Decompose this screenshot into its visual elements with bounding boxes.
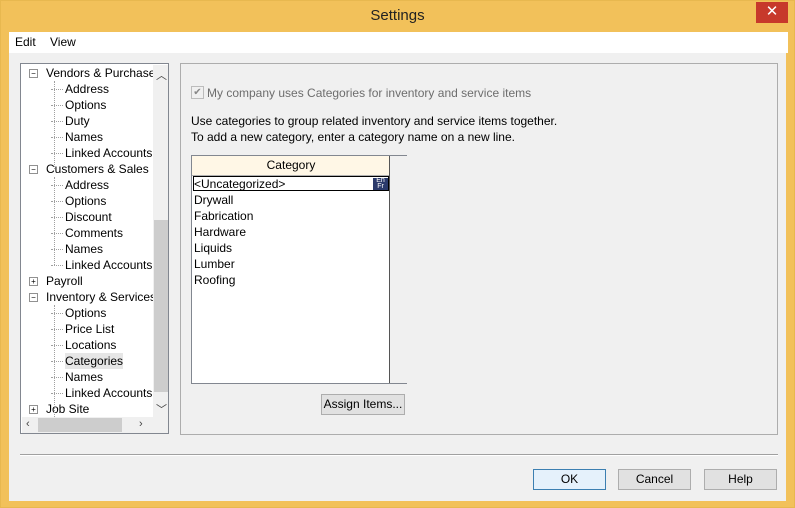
- tree-item-label: Linked Accounts: [65, 146, 153, 160]
- category-row[interactable]: Hardware: [194, 224, 246, 240]
- category-row[interactable]: Drywall: [194, 192, 233, 208]
- tree-vertical-scroll-thumb[interactable]: [154, 220, 168, 392]
- tree-item-label: Comments: [65, 226, 124, 240]
- scroll-left-icon[interactable]: ‹: [26, 418, 30, 430]
- tree-connector: [51, 153, 63, 154]
- menu-view[interactable]: View: [50, 35, 76, 49]
- collapse-icon[interactable]: −: [29, 165, 38, 174]
- tree-guide-line: [54, 177, 55, 265]
- tree-item-label: Locations: [65, 338, 117, 352]
- menu-edit[interactable]: Edit: [15, 35, 36, 49]
- collapse-icon[interactable]: −: [29, 293, 38, 302]
- tree-item-label: Duty: [65, 114, 90, 128]
- tree-item-label: Payroll: [46, 274, 83, 288]
- tree-item-label: Inventory & Services: [46, 290, 157, 304]
- window-border-right: [786, 32, 794, 507]
- category-column-header[interactable]: Category: [192, 156, 391, 176]
- tree-connector: [51, 329, 63, 330]
- category-row[interactable]: <Uncategorized>: [194, 176, 285, 192]
- category-row[interactable]: Roofing: [194, 272, 235, 288]
- tree-item-label: Categories: [65, 353, 124, 369]
- collapse-icon[interactable]: −: [29, 69, 38, 78]
- tree-item-label: Address: [65, 82, 110, 96]
- category-row[interactable]: Lumber: [194, 256, 235, 272]
- close-button[interactable]: ✕: [756, 2, 788, 23]
- menu-bar: Edit View: [9, 32, 788, 53]
- tree-item-label: Names: [65, 370, 104, 384]
- scroll-up-icon[interactable]: ︿: [156, 67, 167, 83]
- info-text-line1: Use categories to group related inventor…: [191, 114, 558, 128]
- tree-guide-line: [54, 305, 55, 425]
- tree-item-label: Vendors & Purchases: [46, 66, 162, 80]
- tree-item-label: Names: [65, 242, 104, 256]
- expand-icon[interactable]: +: [29, 277, 38, 286]
- window-title: Settings: [370, 7, 425, 24]
- tree-horizontal-scrollbar[interactable]: ‹ ›: [22, 417, 153, 433]
- info-text-line2: To add a new category, enter a category …: [191, 130, 515, 144]
- tree-item-label: Discount: [65, 210, 112, 224]
- category-grid[interactable]: Category En Fr <Uncategorized> Drywall Fab…: [191, 155, 407, 384]
- categories-checkbox[interactable]: ✔: [191, 86, 204, 99]
- language-indicator-icon: En Fr: [373, 177, 388, 190]
- tree-item-label: Options: [65, 98, 107, 112]
- window-border-left: [1, 32, 9, 507]
- settings-window: Settings ✕ Edit View − Vendors & Purchase…: [0, 0, 795, 508]
- tree-item-label: Options: [65, 306, 107, 320]
- tree-item-label: Address: [65, 178, 110, 192]
- expand-icon[interactable]: +: [29, 405, 38, 414]
- tree-connector: [51, 249, 63, 250]
- category-row[interactable]: Fabrication: [194, 208, 253, 224]
- window-border-bottom: [1, 501, 794, 507]
- tree-connector: [51, 265, 63, 266]
- tree-connector: [51, 105, 63, 106]
- tree-guide-line: [54, 81, 55, 169]
- tree-connector: [51, 201, 63, 202]
- title-bar: Settings ✕: [1, 1, 794, 32]
- tree-connector: [51, 345, 63, 346]
- tree-item-label: Job Site: [46, 402, 90, 416]
- assign-items-button[interactable]: Assign Items...: [321, 394, 405, 415]
- tree-item-label: Linked Accounts: [65, 386, 153, 400]
- tree-item-label: Price List: [65, 322, 115, 336]
- tree-item-label: Customers & Sales: [46, 162, 149, 176]
- tree-connector: [51, 137, 63, 138]
- scroll-right-icon[interactable]: ›: [139, 418, 143, 430]
- tree-connector: [51, 185, 63, 186]
- tree-connector: [51, 217, 63, 218]
- categories-checkbox-label: My company uses Categories for inventory…: [207, 86, 532, 100]
- tree-item-label: Linked Accounts: [65, 258, 153, 272]
- scroll-down-icon[interactable]: ﹀: [156, 401, 167, 417]
- tree-item-label: Options: [65, 194, 107, 208]
- help-button[interactable]: Help: [704, 469, 777, 490]
- tree-vertical-scrollbar[interactable]: ︿ ﹀: [153, 65, 168, 417]
- categories-panel: ✔ My company uses Categories for invento…: [180, 63, 778, 435]
- settings-tree[interactable]: − Vendors & Purchases Address Options Duty Na…: [20, 63, 169, 434]
- tree-connector: [51, 121, 63, 122]
- tree-connector: [51, 377, 63, 378]
- ok-button[interactable]: OK: [533, 469, 606, 490]
- tree-connector: [51, 361, 63, 362]
- tree-connector: [51, 313, 63, 314]
- category-row[interactable]: Liquids: [194, 240, 232, 256]
- tree-connector: [51, 89, 63, 90]
- footer-divider-highlight: [20, 455, 778, 456]
- scroll-corner: [153, 417, 168, 433]
- category-grid-scrollbar[interactable]: [389, 156, 407, 383]
- tree-item-label: Names: [65, 130, 104, 144]
- tree-horizontal-scroll-thumb[interactable]: [38, 418, 122, 432]
- tree-connector: [51, 393, 63, 394]
- tree-connector: [51, 233, 63, 234]
- cancel-button[interactable]: Cancel: [618, 469, 691, 490]
